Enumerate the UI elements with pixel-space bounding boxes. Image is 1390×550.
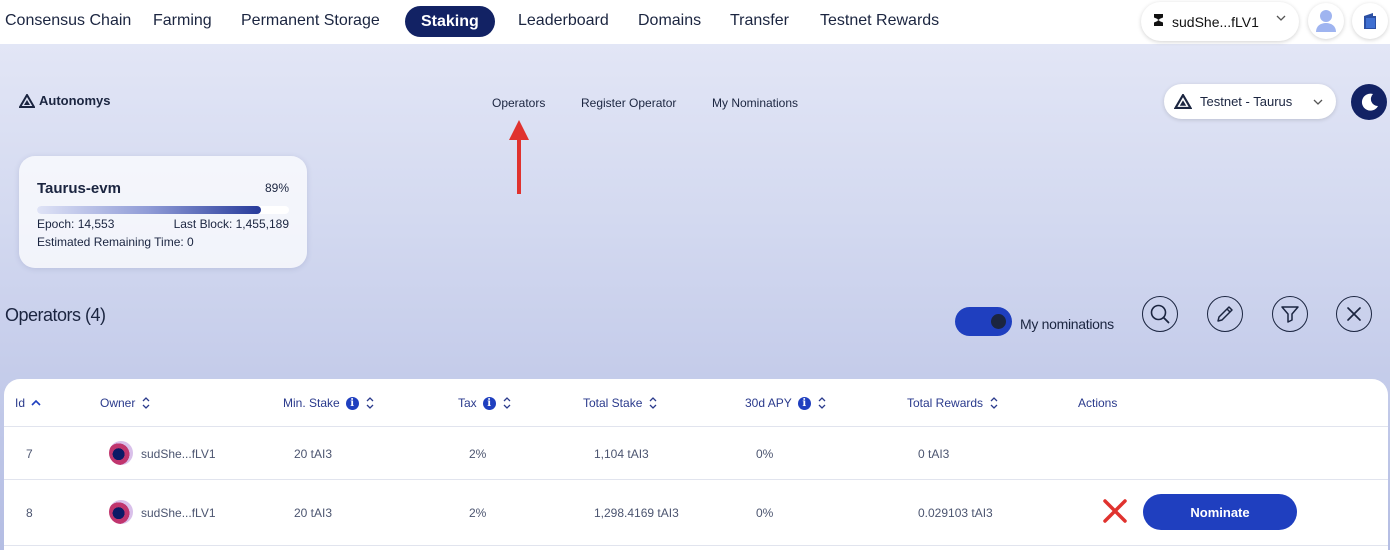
cell-tax: 2% bbox=[469, 447, 487, 461]
info-icon[interactable]: i bbox=[345, 396, 359, 410]
domain-info-card: Taurus-evm 89% Epoch: 14,553 Last Block:… bbox=[19, 156, 307, 268]
red-x-annotation-icon bbox=[1103, 499, 1127, 523]
cell-min-stake: 20 tAI3 bbox=[294, 447, 333, 461]
autonomys-brand[interactable]: Autonomys bbox=[19, 93, 111, 108]
progress-percent: 89% bbox=[264, 181, 289, 195]
header-label: Tax bbox=[458, 396, 477, 410]
nav-permanent-storage[interactable]: Permanent Storage bbox=[241, 0, 380, 44]
filter-button[interactable] bbox=[1272, 296, 1308, 332]
column-header-total-stake[interactable]: Total Stake bbox=[583, 396, 658, 410]
column-header-apy[interactable]: 30d APY i bbox=[745, 396, 827, 410]
sort-icon bbox=[503, 397, 511, 409]
subnav-my-nominations[interactable]: My Nominations bbox=[712, 96, 798, 110]
header-label: Total Rewards bbox=[907, 396, 984, 410]
cell-total-stake: 1,298.4169 tAI3 bbox=[594, 506, 679, 520]
wallet-selector[interactable]: sudShe...fLV1 bbox=[1141, 2, 1299, 41]
avatar bbox=[109, 441, 133, 465]
subwallet-logo-icon bbox=[1153, 13, 1164, 31]
nav-staking[interactable]: Staking bbox=[405, 6, 495, 37]
info-icon[interactable]: i bbox=[482, 396, 496, 410]
theme-toggle-button[interactable] bbox=[1351, 84, 1387, 120]
wallet-address: sudShe...fLV1 bbox=[1172, 13, 1259, 30]
cell-apy: 0% bbox=[756, 447, 774, 461]
my-nominations-label: My nominations bbox=[1020, 316, 1114, 332]
toggle-knob bbox=[991, 314, 1006, 329]
autonomys-logo-icon bbox=[1174, 94, 1192, 109]
row-divider bbox=[4, 426, 1388, 427]
epoch-label: Epoch: 14,553 bbox=[37, 217, 115, 231]
sort-icon bbox=[366, 397, 374, 409]
search-icon bbox=[1150, 304, 1170, 324]
autonomys-logo-icon bbox=[19, 93, 35, 108]
operators-table: Id Owner Min. Stake i Tax i Total Stake … bbox=[4, 379, 1388, 550]
remaining-time-label: Estimated Remaining Time: 0 bbox=[37, 235, 194, 249]
sort-icon bbox=[818, 397, 826, 409]
cell-owner[interactable]: sudShe...fLV1 bbox=[141, 447, 216, 461]
sort-icon bbox=[649, 397, 657, 409]
search-button[interactable] bbox=[1142, 296, 1178, 332]
sort-asc-icon bbox=[31, 399, 41, 406]
cell-apy: 0% bbox=[756, 506, 774, 520]
header-label: Min. Stake bbox=[283, 396, 340, 410]
chevron-down-icon bbox=[1313, 99, 1323, 105]
header-label: Actions bbox=[1078, 396, 1118, 410]
network-label: Testnet - Taurus bbox=[1200, 94, 1293, 109]
cell-id: 8 bbox=[26, 506, 33, 520]
cell-min-stake: 20 tAI3 bbox=[294, 506, 333, 520]
red-arrow-annotation bbox=[509, 120, 529, 194]
nav-consensus-chain[interactable]: Consensus Chain bbox=[5, 0, 131, 44]
header-label: Owner bbox=[100, 396, 136, 410]
row-divider bbox=[4, 545, 1388, 546]
column-header-min-stake[interactable]: Min. Stake i bbox=[283, 396, 375, 410]
cell-id: 7 bbox=[26, 447, 33, 461]
subnav-operators[interactable]: Operators bbox=[492, 96, 545, 110]
avatar bbox=[109, 500, 133, 524]
nav-testnet-rewards[interactable]: Testnet Rewards bbox=[820, 0, 939, 44]
filter-icon bbox=[1281, 306, 1299, 323]
cell-total-rewards: 0 tAI3 bbox=[918, 447, 950, 461]
operators-title: Operators (4) bbox=[5, 305, 106, 325]
network-selector[interactable]: Testnet - Taurus bbox=[1164, 84, 1336, 119]
close-icon bbox=[1347, 307, 1361, 321]
nav-leaderboard[interactable]: Leaderboard bbox=[518, 0, 609, 44]
cell-total-stake: 1,104 tAI3 bbox=[594, 447, 649, 461]
cell-tax: 2% bbox=[469, 506, 487, 520]
edit-columns-button[interactable] bbox=[1207, 296, 1243, 332]
header-label: Id bbox=[15, 396, 26, 410]
user-icon bbox=[1316, 10, 1336, 32]
header-label: 30d APY bbox=[745, 396, 792, 410]
epoch-progress-bar bbox=[37, 206, 289, 214]
column-header-owner[interactable]: Owner bbox=[100, 396, 151, 410]
progress-fill bbox=[37, 206, 262, 214]
clear-filters-button[interactable] bbox=[1336, 296, 1372, 332]
subnav-register-operator[interactable]: Register Operator bbox=[581, 96, 676, 110]
column-header-id[interactable]: Id bbox=[15, 396, 41, 410]
nav-transfer[interactable]: Transfer bbox=[730, 0, 789, 44]
column-header-tax[interactable]: Tax i bbox=[458, 396, 512, 410]
cell-owner[interactable]: sudShe...fLV1 bbox=[141, 506, 216, 520]
info-icon[interactable]: i bbox=[797, 396, 811, 410]
header-label: Total Stake bbox=[583, 396, 643, 410]
wallet-extension-button[interactable] bbox=[1352, 3, 1388, 39]
chevron-down-icon bbox=[1276, 15, 1286, 21]
moon-icon bbox=[1361, 93, 1378, 111]
top-navbar: Consensus Chain Farming Permanent Storag… bbox=[0, 0, 1390, 44]
domain-name: Taurus-evm bbox=[37, 180, 121, 197]
sort-icon bbox=[142, 397, 150, 409]
my-nominations-toggle[interactable] bbox=[955, 307, 1012, 336]
column-header-actions: Actions bbox=[1078, 396, 1117, 410]
wallet-icon bbox=[1364, 13, 1376, 29]
nav-domains[interactable]: Domains bbox=[638, 0, 701, 44]
pencil-icon bbox=[1217, 306, 1233, 322]
brand-name: Autonomys bbox=[39, 93, 111, 108]
cell-total-rewards: 0.029103 tAI3 bbox=[918, 506, 993, 520]
row-divider bbox=[4, 479, 1388, 480]
nominate-button[interactable]: Nominate bbox=[1143, 494, 1297, 530]
column-header-total-rewards[interactable]: Total Rewards bbox=[907, 396, 999, 410]
profile-button[interactable] bbox=[1308, 3, 1344, 39]
sort-icon bbox=[990, 397, 998, 409]
nav-farming[interactable]: Farming bbox=[153, 0, 212, 44]
last-block-label: Last Block: 1,455,189 bbox=[173, 217, 289, 231]
